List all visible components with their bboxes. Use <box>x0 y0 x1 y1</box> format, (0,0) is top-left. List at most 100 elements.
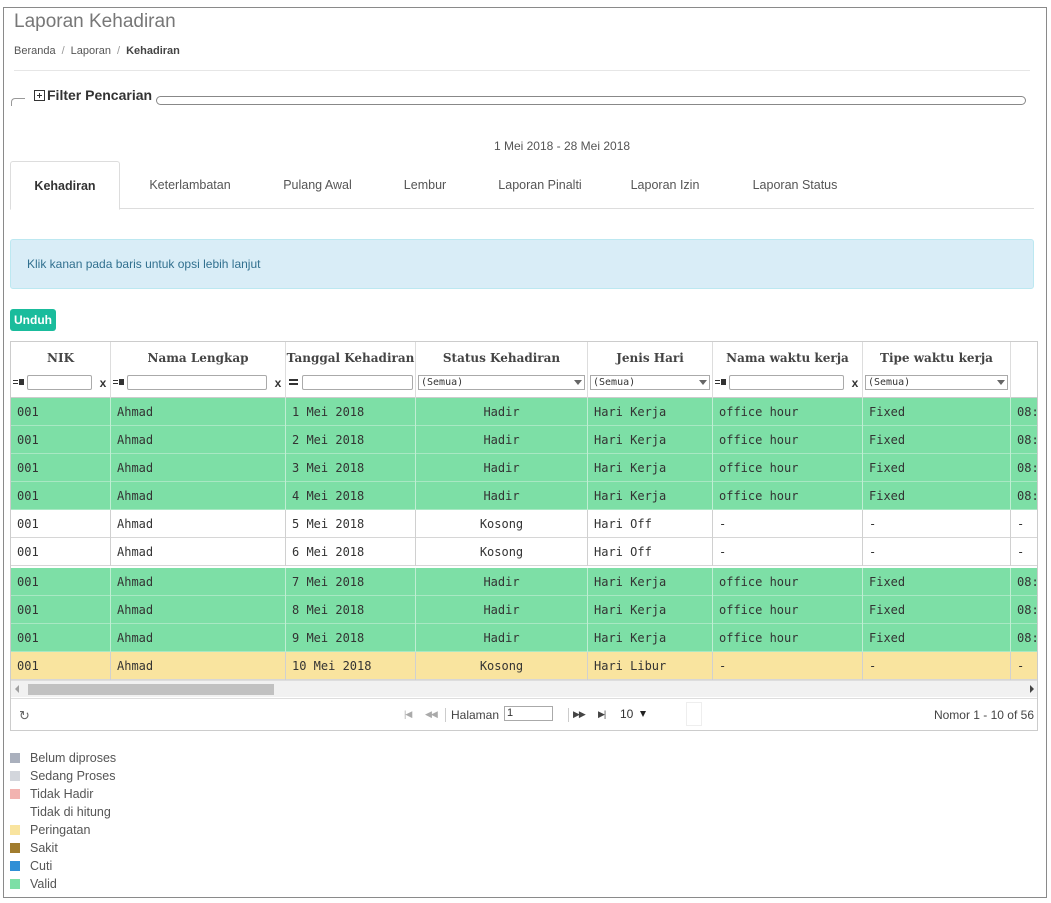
tab-lembur[interactable]: Lembur <box>385 161 465 209</box>
table-cell: 001 <box>11 568 111 596</box>
table-row[interactable]: 001 Ahmad 2 Mei 2018 Hadir Hari Kerja office … <box>11 426 1037 454</box>
table-cell: Hari Kerja <box>588 398 713 426</box>
column-header-nama-waktu-kerja[interactable]: Nama waktu kerja x <box>713 342 863 398</box>
chevron-down-icon[interactable] <box>574 380 582 385</box>
chevron-down-icon[interactable] <box>997 380 1005 385</box>
column-header-status[interactable]: Status Kehadiran (Semua) <box>416 342 588 398</box>
table-cell: Hari Off <box>588 510 713 538</box>
scroll-right-icon[interactable] <box>1030 685 1034 693</box>
table-cell: Ahmad <box>111 454 286 482</box>
nama-filter-input[interactable] <box>127 375 267 390</box>
equals-operator-icon[interactable] <box>288 378 300 388</box>
filter-operator-icon[interactable] <box>13 378 25 388</box>
table-cell: - <box>713 652 863 680</box>
table-cell: 08: <box>1011 568 1037 596</box>
column-header-nama[interactable]: Nama Lengkap x <box>111 342 286 398</box>
clear-filter-icon[interactable]: x <box>273 375 283 391</box>
scroll-left-icon[interactable] <box>15 685 19 693</box>
tab-laporan-pinalti[interactable]: Laporan Pinalti <box>480 161 600 209</box>
grid-header: NIK x Nama Lengkap x Tanggal Kehadiran S… <box>11 342 1037 398</box>
table-row[interactable]: 001 Ahmad 9 Mei 2018 Hadir Hari Kerja office … <box>11 624 1037 652</box>
table-cell: Hadir <box>416 454 588 482</box>
table-cell: 001 <box>11 510 111 538</box>
table-row[interactable]: 001 Ahmad 8 Mei 2018 Hadir Hari Kerja office … <box>11 596 1037 624</box>
table-row[interactable]: 001 Ahmad 3 Mei 2018 Hadir Hari Kerja office … <box>11 454 1037 482</box>
prev-page-icon[interactable]: ◀◀ <box>425 709 438 720</box>
table-cell: Kosong <box>416 538 588 566</box>
rows-per-page-select[interactable]: 10 <box>616 703 652 725</box>
info-alert: Klik kanan pada baris untuk opsi lebih l… <box>10 239 1034 289</box>
table-cell: Fixed <box>863 426 1011 454</box>
waktu-kerja-filter-input[interactable] <box>729 375 844 390</box>
filter-operator-icon[interactable] <box>715 378 727 388</box>
table-cell: Ahmad <box>111 482 286 510</box>
chevron-down-icon[interactable] <box>699 380 707 385</box>
chevron-down-icon[interactable] <box>640 711 646 717</box>
table-cell: Kosong <box>416 510 588 538</box>
table-cell: office hour <box>713 398 863 426</box>
tab-keterlambatan[interactable]: Keterlambatan <box>130 161 250 209</box>
table-cell: Hadir <box>416 398 588 426</box>
legend-swatch <box>10 879 20 889</box>
pager-separator <box>568 708 569 722</box>
table-row[interactable]: 001 Ahmad 1 Mei 2018 Hadir Hari Kerja office … <box>11 398 1037 426</box>
table-cell: Hari Kerja <box>588 426 713 454</box>
tab-laporan-izin[interactable]: Laporan Izin <box>615 161 715 209</box>
page-title: Laporan Kehadiran <box>14 11 176 32</box>
legend-label: Sedang Proses <box>30 769 116 783</box>
legend-item: Sakit <box>10 839 116 857</box>
table-cell: office hour <box>713 482 863 510</box>
filter-operator-icon[interactable] <box>113 378 125 388</box>
filter-title[interactable]: Filter Pencarian <box>47 87 152 103</box>
breadcrumb-laporan[interactable]: Laporan <box>71 45 111 57</box>
legend-item: Tidak Hadir <box>10 785 116 803</box>
table-row[interactable]: 001 Ahmad 4 Mei 2018 Hadir Hari Kerja office … <box>11 482 1037 510</box>
clear-filter-icon[interactable]: x <box>850 375 860 391</box>
breadcrumb-home[interactable]: Beranda <box>14 45 56 57</box>
legend-item: Cuti <box>10 857 116 875</box>
grid-pager: ↻ |◀ ◀◀ Halaman 1 ▶▶ ▶| 10 Nomor 1 - 10 … <box>11 698 1037 730</box>
pager-blank-box <box>686 702 702 726</box>
table-row[interactable]: 001 Ahmad 7 Mei 2018 Hadir Hari Kerja office … <box>11 568 1037 596</box>
table-cell: 08: <box>1011 398 1037 426</box>
table-cell: 08: <box>1011 426 1037 454</box>
table-row[interactable]: 001 Ahmad 6 Mei 2018 Kosong Hari Off - - - <box>11 538 1037 566</box>
legend-swatch <box>10 771 20 781</box>
clear-filter-icon[interactable]: x <box>98 375 108 391</box>
table-cell: 9 Mei 2018 <box>286 624 416 652</box>
horizontal-scrollbar[interactable] <box>11 680 1037 697</box>
nik-filter-input[interactable] <box>27 375 92 390</box>
next-page-icon[interactable]: ▶▶ <box>573 709 586 720</box>
column-header-tanggal[interactable]: Tanggal Kehadiran <box>286 342 416 398</box>
table-cell: Fixed <box>863 482 1011 510</box>
refresh-icon[interactable]: ↻ <box>19 708 30 724</box>
first-page-icon[interactable]: |◀ <box>404 709 412 720</box>
scrollbar-thumb[interactable] <box>28 684 274 695</box>
table-cell: - <box>863 652 1011 680</box>
download-button[interactable]: Unduh <box>10 309 56 331</box>
status-filter-select[interactable]: (Semua) <box>418 375 585 390</box>
tab-pulang-awal[interactable]: Pulang Awal <box>265 161 370 209</box>
plus-square-icon[interactable] <box>34 89 45 101</box>
table-cell: Hadir <box>416 596 588 624</box>
column-header-tipe-waktu-kerja[interactable]: Tipe waktu kerja (Semua) <box>863 342 1011 398</box>
jenis-hari-filter-select[interactable]: (Semua) <box>590 375 710 390</box>
legend-swatch <box>10 753 20 763</box>
page-number-input[interactable]: 1 <box>504 706 553 721</box>
column-header-nik[interactable]: NIK x <box>11 342 111 398</box>
column-header-jenis-hari[interactable]: Jenis Hari (Semua) <box>588 342 713 398</box>
tanggal-filter-input[interactable] <box>302 375 413 390</box>
tipe-filter-select[interactable]: (Semua) <box>865 375 1008 390</box>
page-frame: Laporan Kehadiran Beranda / Laporan / Kehadi… <box>3 7 1047 898</box>
filter-toggle[interactable]: Filter Pencarian <box>34 87 152 103</box>
table-cell: 001 <box>11 454 111 482</box>
table-cell: Fixed <box>863 596 1011 624</box>
table-row[interactable]: 001 Ahmad 5 Mei 2018 Kosong Hari Off - - - <box>11 510 1037 538</box>
status-legend: Belum diproses Sedang Proses Tidak Hadir Ti… <box>10 749 116 893</box>
legend-label: Belum diproses <box>30 751 117 765</box>
table-cell: office hour <box>713 624 863 652</box>
tab-kehadiran[interactable]: Kehadiran <box>10 161 120 210</box>
tab-laporan-status[interactable]: Laporan Status <box>730 161 860 209</box>
last-page-icon[interactable]: ▶| <box>598 709 606 720</box>
table-row[interactable]: 001 Ahmad 10 Mei 2018 Kosong Hari Libur - - - <box>11 652 1037 680</box>
